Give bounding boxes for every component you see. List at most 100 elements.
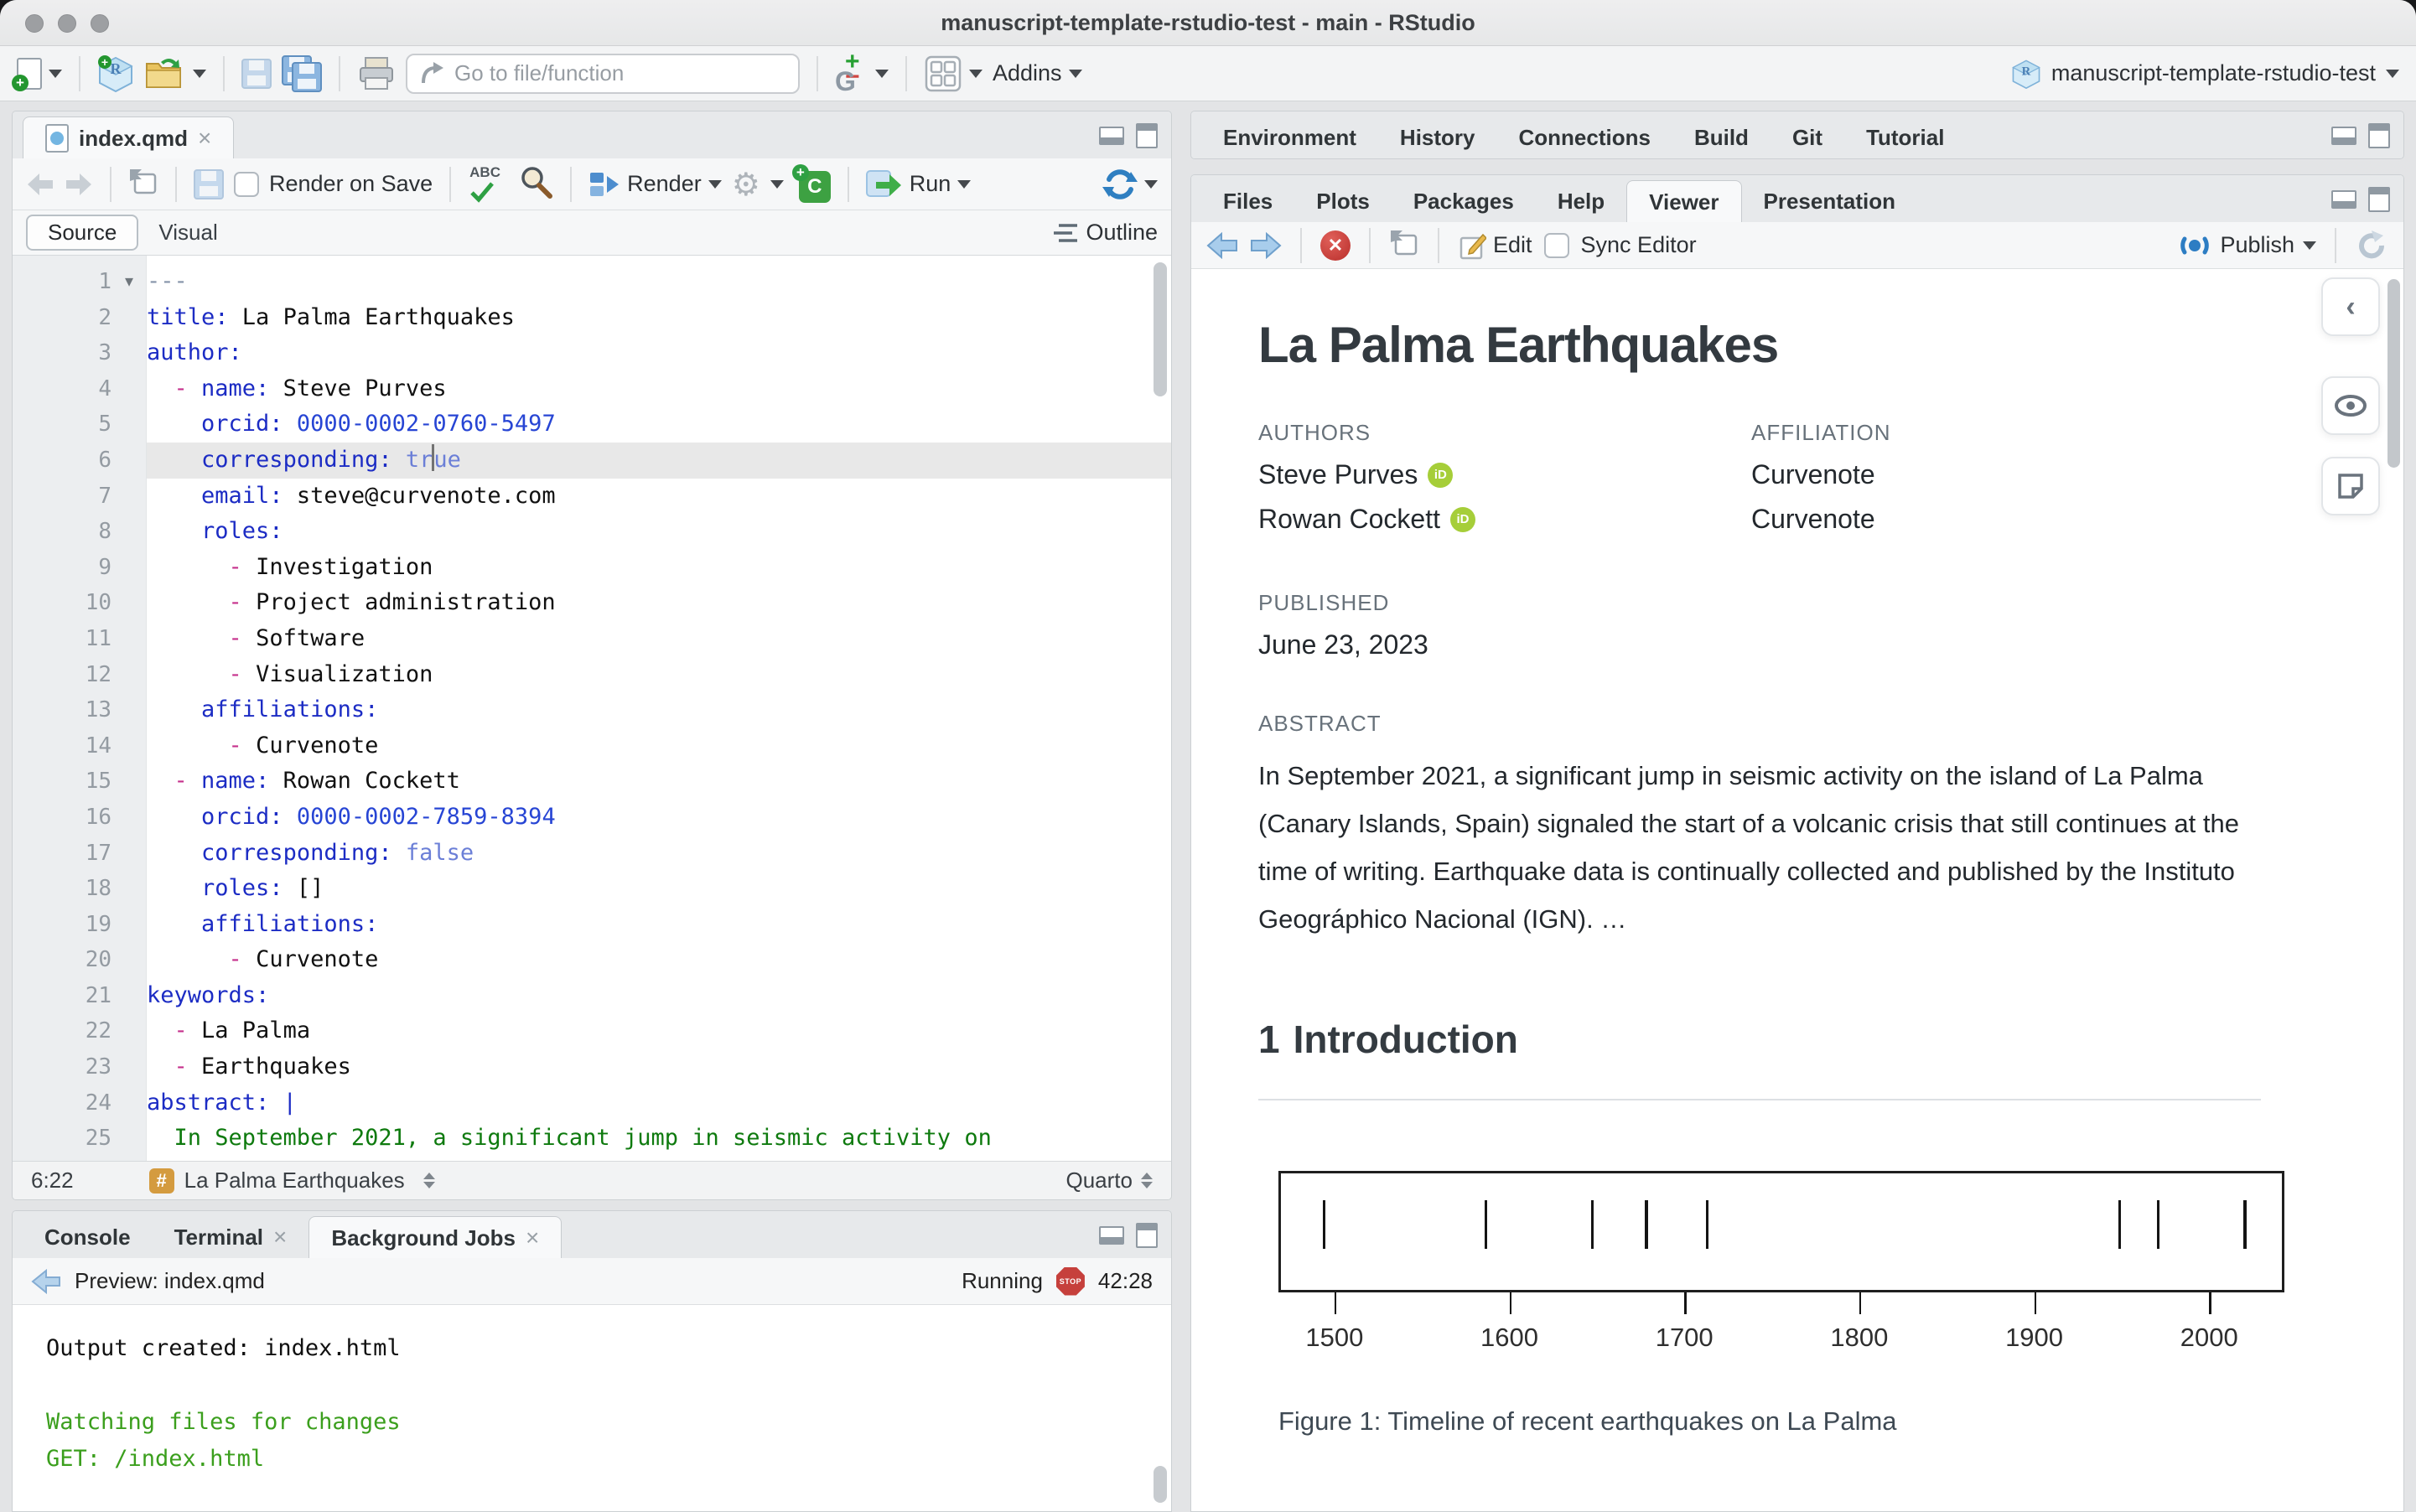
tab-git[interactable]: Git xyxy=(1771,117,1844,158)
open-file-button[interactable] xyxy=(144,57,206,91)
code-text[interactable]: affiliations: xyxy=(147,692,1171,728)
notes-button[interactable] xyxy=(2321,457,2380,515)
render-button[interactable]: Render xyxy=(588,169,722,199)
close-icon[interactable]: × xyxy=(198,117,211,159)
tab-visual-mode[interactable]: Visual xyxy=(138,216,237,249)
console-scrollbar[interactable] xyxy=(1154,1466,1167,1503)
minimize-window-button[interactable] xyxy=(58,14,76,33)
maximize-pane-icon[interactable] xyxy=(1136,123,1158,148)
gear-icon[interactable]: ⚙ xyxy=(732,168,760,200)
code-line-8[interactable]: 8 roles: xyxy=(13,514,1171,550)
editor-scrollbar[interactable] xyxy=(1154,262,1167,396)
code-text[interactable]: corresponding: true xyxy=(147,442,1171,479)
back-button[interactable] xyxy=(26,172,54,197)
code-line-12[interactable]: 12 - Visualization xyxy=(13,657,1171,693)
code-line-16[interactable]: 16 orcid: 0000-0002-7859-8394 xyxy=(13,800,1171,836)
code-text[interactable]: - name: Rowan Cockett xyxy=(147,764,1171,800)
addins-button[interactable]: Addins xyxy=(993,60,1082,86)
minimize-pane-icon[interactable] xyxy=(2331,190,2356,209)
code-text[interactable]: abstract: | xyxy=(147,1085,1171,1121)
viewer-forward-button[interactable] xyxy=(1250,231,1282,259)
code-text[interactable]: - name: Steve Purves xyxy=(147,371,1171,407)
edit-button[interactable]: Edit xyxy=(1458,231,1532,260)
code-text[interactable]: keywords: xyxy=(147,978,1171,1014)
save-button[interactable] xyxy=(241,58,272,89)
insert-chunk-button[interactable]: C + xyxy=(791,163,831,203)
viewer-scrollbar[interactable] xyxy=(2387,279,2400,468)
minimize-pane-icon[interactable] xyxy=(1099,1226,1124,1245)
code-text[interactable]: title: La Palma Earthquakes xyxy=(147,300,1171,336)
tab-environment[interactable]: Environment xyxy=(1201,117,1378,158)
code-line-3[interactable]: 3 author: xyxy=(13,335,1171,371)
outline-button[interactable]: Outline xyxy=(1054,220,1158,246)
clear-viewer-button[interactable]: ✕ xyxy=(1320,230,1357,264)
goto-file-search[interactable] xyxy=(406,53,800,94)
tab-terminal[interactable]: Terminal × xyxy=(153,1216,309,1258)
code-line-23[interactable]: 23 - Earthquakes xyxy=(13,1049,1171,1085)
code-line-24[interactable]: 24 abstract: | xyxy=(13,1085,1171,1121)
tab-help[interactable]: Help xyxy=(1536,180,1626,222)
format-button[interactable]: Quarto xyxy=(1066,1168,1153,1194)
tab-console[interactable]: Console xyxy=(23,1216,153,1258)
console-output[interactable]: Output created: index.html Watching file… xyxy=(13,1305,1171,1511)
code-line-21[interactable]: 21 keywords: xyxy=(13,978,1171,1014)
code-line-13[interactable]: 13 affiliations: xyxy=(13,692,1171,728)
tab-plots[interactable]: Plots xyxy=(1294,180,1392,222)
code-text[interactable]: - La Palma xyxy=(147,1013,1171,1049)
spellcheck-button[interactable]: ABC xyxy=(468,164,508,205)
zoom-window-button[interactable] xyxy=(91,14,109,33)
new-project-button[interactable]: R + xyxy=(97,54,134,92)
popout-button[interactable] xyxy=(128,168,158,200)
render-on-save-checkbox[interactable] xyxy=(234,171,259,197)
code-text[interactable]: In September 2021, a significant jump in… xyxy=(147,1121,1171,1157)
close-icon[interactable]: × xyxy=(273,1216,287,1258)
code-text[interactable]: affiliations: xyxy=(147,907,1171,943)
stop-job-button[interactable]: STOP xyxy=(1055,1266,1085,1296)
new-file-button[interactable]: + xyxy=(12,57,62,91)
maximize-pane-icon[interactable] xyxy=(2368,187,2390,212)
back-arrow-icon[interactable] xyxy=(31,1268,61,1294)
viewer-back-button[interactable] xyxy=(1206,231,1238,259)
close-window-button[interactable] xyxy=(25,14,44,33)
code-text[interactable]: - Earthquakes xyxy=(147,1049,1171,1085)
minimize-pane-icon[interactable] xyxy=(1099,127,1124,145)
orcid-icon[interactable]: iD xyxy=(1428,462,1454,488)
fold-icon[interactable]: ▾ xyxy=(111,264,147,300)
git-button[interactable]: + − G xyxy=(835,48,889,96)
run-button[interactable]: Run xyxy=(865,168,972,200)
reader-view-button[interactable] xyxy=(2321,376,2380,435)
code-text[interactable]: - Investigation xyxy=(147,550,1171,586)
tab-presentation[interactable]: Presentation xyxy=(1742,180,1918,222)
print-button[interactable] xyxy=(357,56,396,91)
code-text[interactable]: - Project administration xyxy=(147,585,1171,621)
tab-files[interactable]: Files xyxy=(1201,180,1294,222)
maximize-pane-icon[interactable] xyxy=(1136,1223,1158,1248)
code-text[interactable]: orcid: 0000-0002-0760-5497 xyxy=(147,406,1171,443)
section-jump-button[interactable]: # La Palma Earthquakes xyxy=(148,1168,435,1194)
code-line-14[interactable]: 14 - Curvenote xyxy=(13,728,1171,764)
project-menu-button[interactable]: R manuscript-template-rstudio-test xyxy=(2011,59,2399,89)
code-line-7[interactable]: 7 email: steve@curvenote.com xyxy=(13,479,1171,515)
tab-connections[interactable]: Connections xyxy=(1497,117,1672,158)
code-text[interactable]: --- xyxy=(147,264,1171,300)
code-line-11[interactable]: 11 - Software xyxy=(13,621,1171,657)
tab-packages[interactable]: Packages xyxy=(1392,180,1536,222)
code-line-25[interactable]: 25 In September 2021, a significant jump… xyxy=(13,1121,1171,1157)
tab-index-qmd[interactable]: index.qmd × xyxy=(23,117,235,159)
tab-tutorial[interactable]: Tutorial xyxy=(1844,117,1966,158)
code-line-5[interactable]: 5 orcid: 0000-0002-0760-5497 xyxy=(13,406,1171,443)
tab-history[interactable]: History xyxy=(1378,117,1497,158)
tab-background-jobs[interactable]: Background Jobs × xyxy=(308,1216,563,1259)
code-line-15[interactable]: 15 - name: Rowan Cockett xyxy=(13,764,1171,800)
save-file-icon[interactable] xyxy=(194,168,224,199)
code-text[interactable]: - Visualization xyxy=(147,657,1171,693)
refresh-button[interactable] xyxy=(2355,229,2388,262)
code-text[interactable]: corresponding: false xyxy=(147,836,1171,872)
close-icon[interactable]: × xyxy=(526,1217,539,1259)
tab-source-mode[interactable]: Source xyxy=(26,215,139,251)
code-line-26[interactable]: 26 the island of La Palma (Canary Island… xyxy=(13,1157,1171,1162)
code-text[interactable]: email: steve@curvenote.com xyxy=(147,479,1171,515)
sync-editor-checkbox[interactable] xyxy=(1543,232,1569,258)
code-line-4[interactable]: 4 - name: Steve Purves xyxy=(13,371,1171,407)
rerun-button[interactable] xyxy=(1102,167,1158,202)
